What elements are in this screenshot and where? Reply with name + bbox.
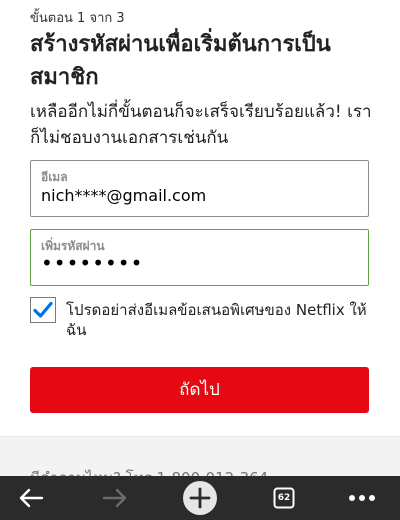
- offers-opt-out-label[interactable]: โปรดอย่าส่งอีเมลข้อเสนอพิเศษของ Netflix …: [66, 300, 376, 340]
- new-tab-button[interactable]: [178, 476, 222, 520]
- tab-counter: 62: [273, 487, 295, 509]
- email-field-label: อีเมล: [41, 170, 68, 184]
- password-field-value[interactable]: ••••••••: [41, 251, 143, 275]
- plus-icon: [183, 481, 217, 515]
- page-title: สร้างรหัสผ่านเพื่อเริ่มต้นการเป็นสมาชิก: [30, 32, 331, 90]
- email-field[interactable]: อีเมล nich****@gmail.com: [30, 160, 369, 217]
- offers-opt-out-checkbox[interactable]: [30, 297, 56, 323]
- forward-button[interactable]: [93, 476, 137, 520]
- step-indicator: ขั้นตอน 1 จาก 3: [30, 11, 125, 26]
- arrow-left-icon: [19, 488, 44, 508]
- menu-button[interactable]: [340, 476, 384, 520]
- checkmark-icon: [33, 301, 53, 318]
- password-field[interactable]: เพิ่มรหัสผ่าน ••••••••: [30, 229, 369, 286]
- footer: มีคำถามไหม? โทร 1-800-012-364: [0, 436, 400, 477]
- browser-toolbar: 62: [0, 476, 400, 520]
- page-subtitle: เหลืออีกไม่กี่ขั้นตอนก็จะเสร็จเรียบร้อยแ…: [30, 102, 372, 148]
- main-content: ขั้นตอน 1 จาก 3 สร้างรหัสผ่านเพื่อเริ่มต…: [0, 0, 400, 436]
- more-horizontal-icon: [349, 495, 375, 501]
- email-field-value[interactable]: nich****@gmail.com: [41, 186, 206, 205]
- tab-count: 62: [277, 493, 291, 503]
- arrow-right-icon: [102, 488, 127, 508]
- next-button[interactable]: ถัดไป: [30, 367, 369, 413]
- back-button[interactable]: [9, 476, 53, 520]
- tab-switcher-button[interactable]: 62: [262, 476, 306, 520]
- signup-page: ขั้นตอน 1 จาก 3 สร้างรหัสผ่านเพื่อเริ่มต…: [0, 0, 400, 520]
